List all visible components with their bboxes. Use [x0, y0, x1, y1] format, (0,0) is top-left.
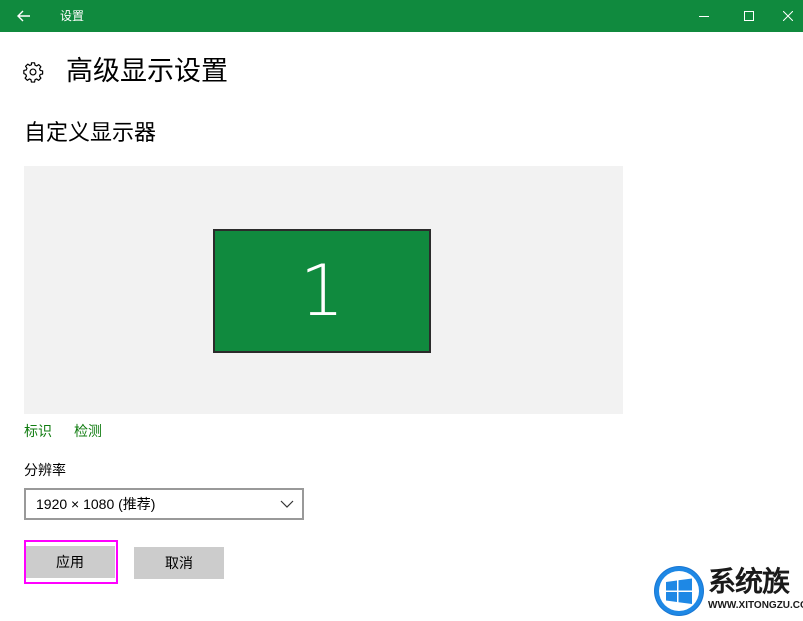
- window-title: 设置: [60, 9, 85, 23]
- minimize-icon: [699, 16, 709, 17]
- resolution-label: 分辨率: [24, 462, 66, 478]
- close-icon: [782, 11, 793, 21]
- resolution-dropdown[interactable]: 1920 × 1080 (推荐): [24, 488, 304, 520]
- watermark-url: WWW.XITONGZU.COM: [708, 600, 803, 611]
- page-title: 高级显示设置: [66, 56, 228, 86]
- resolution-value: 1920 × 1080 (推荐): [36, 496, 156, 512]
- monitor-number: 1: [299, 250, 345, 332]
- apply-button[interactable]: 应用: [25, 546, 115, 578]
- back-arrow-icon: [17, 10, 30, 22]
- minimize-button[interactable]: [681, 0, 727, 32]
- watermark: 系统族 WWW.XITONGZU.COM: [650, 562, 803, 620]
- watermark-brand: 系统族: [708, 566, 790, 597]
- maximize-icon: [744, 11, 754, 21]
- close-button[interactable]: [772, 0, 803, 32]
- windows-logo-icon: [654, 566, 704, 616]
- detect-link[interactable]: 检测: [74, 421, 102, 441]
- title-bar: 设置: [0, 0, 803, 32]
- monitor-tile[interactable]: 1: [213, 229, 431, 353]
- chevron-down-icon: [280, 500, 294, 508]
- gear-icon: [23, 62, 44, 83]
- maximize-button[interactable]: [726, 0, 772, 32]
- back-button[interactable]: [0, 0, 48, 32]
- section-title: 自定义显示器: [24, 120, 157, 145]
- cancel-button[interactable]: 取消: [134, 547, 224, 579]
- display-arrangement-area: 1: [24, 166, 623, 414]
- identify-link[interactable]: 标识: [24, 421, 52, 441]
